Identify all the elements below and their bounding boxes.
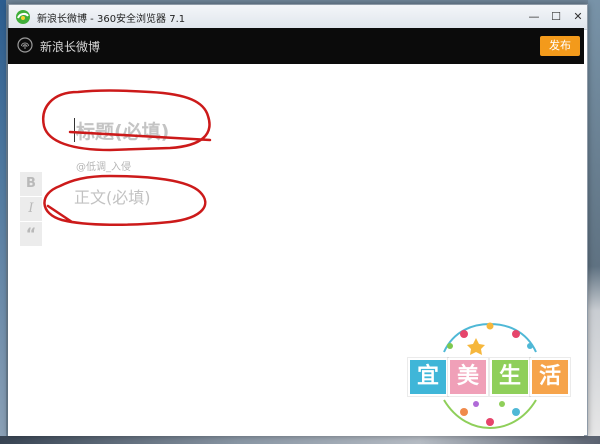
publish-button[interactable]: 发布 — [540, 36, 580, 56]
quote-button[interactable]: “ — [20, 222, 42, 246]
window-title: 新浪长微博 - 360安全浏览器 7.1 — [37, 14, 186, 25]
sticker-char-4: 活 — [530, 358, 570, 396]
sticker-char-1: 宜 — [408, 358, 448, 396]
window-titlebar[interactable]: 新浪长微博 - 360安全浏览器 7.1 — ☐ ✕ — [9, 5, 587, 30]
text-caret — [74, 118, 75, 142]
fingerprint-logo-icon — [17, 37, 33, 53]
desktop-background-bottom — [0, 436, 600, 444]
decor-sticker: 宜 美 生 活 — [404, 316, 574, 434]
desktop-background-right — [588, 0, 600, 444]
app-header: 新浪长微博 发布 — [8, 28, 584, 64]
close-button[interactable]: ✕ — [567, 8, 589, 25]
browser-logo-icon — [16, 10, 30, 24]
sticker-char-3: 生 — [490, 358, 530, 396]
desktop-background-left — [0, 0, 6, 444]
author-handle: @低调_入侵 — [76, 162, 131, 173]
body-input[interactable]: 正文(必填) — [74, 184, 374, 210]
app-title: 新浪长微博 — [40, 40, 101, 54]
format-toolbar: B I “ — [20, 172, 42, 246]
title-input[interactable] — [74, 116, 376, 148]
italic-button[interactable]: I — [20, 197, 42, 221]
minimize-button[interactable]: — — [523, 8, 545, 25]
sticker-char-2: 美 — [448, 358, 488, 396]
maximize-button[interactable]: ☐ — [545, 8, 567, 25]
bold-button[interactable]: B — [20, 172, 42, 196]
